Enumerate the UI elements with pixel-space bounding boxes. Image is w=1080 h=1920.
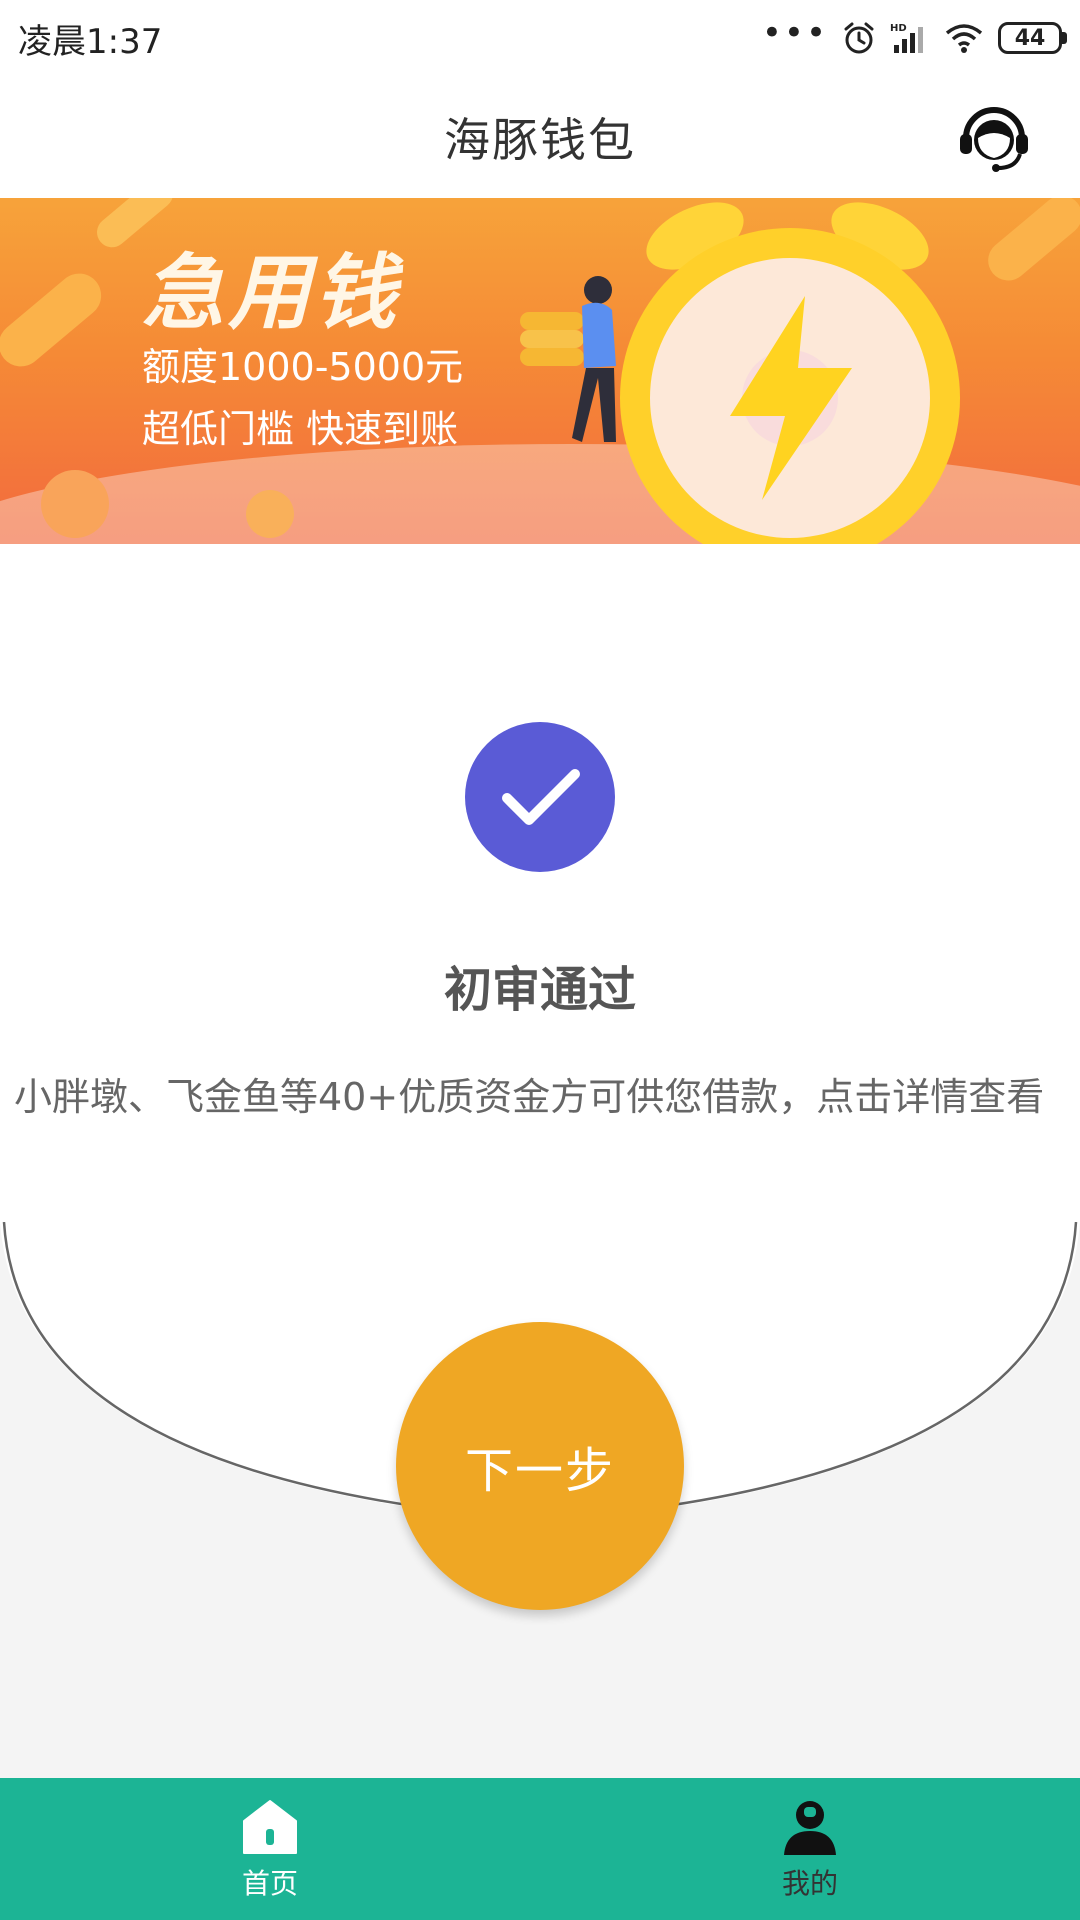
more-dots-icon: ••• <box>761 13 828 53</box>
success-check-badge <box>465 722 615 872</box>
battery-icon: 44 <box>998 22 1067 54</box>
alarm-icon <box>844 22 874 54</box>
alarm-clock-illustration <box>520 202 960 544</box>
result-title: 初审通过 <box>443 962 636 1018</box>
nav-item-mine[interactable]: 我的 <box>540 1778 1080 1920</box>
user-icon <box>784 1801 836 1855</box>
result-description[interactable]: 小胖墩、飞金鱼等40+优质资金方可供您借款，点击详情查看 <box>14 1072 1054 1122</box>
status-icons: ••• HD 44 <box>762 16 1067 55</box>
home-icon <box>243 1800 297 1854</box>
nav-label-mine: 我的 <box>781 1867 838 1900</box>
svg-text:HD: HD <box>890 23 907 34</box>
bottom-nav: 首页 我的 <box>0 1778 1080 1920</box>
headset-icon <box>960 107 1028 172</box>
banner-feature-text: 超低门槛 快速到账 <box>142 407 459 451</box>
status-bar: 凌晨1:37 ••• HD 44 <box>0 0 1080 76</box>
promo-banner[interactable]: 急用钱 额度1000-5000元 超低门槛 快速到账 <box>0 198 1080 544</box>
nav-item-home[interactable]: 首页 <box>0 1778 540 1920</box>
nav-mine-icon-wrap <box>779 1796 841 1858</box>
wifi-icon <box>945 24 983 53</box>
banner-title: 急用钱 <box>142 246 400 341</box>
page-title: 海豚钱包 <box>444 113 636 167</box>
next-step-button[interactable]: 下一步 <box>396 1322 684 1610</box>
nav-label-home: 首页 <box>241 1867 298 1900</box>
app-header: 海豚钱包 <box>0 76 1080 198</box>
check-icon <box>502 769 580 825</box>
customer-support-button[interactable] <box>954 98 1034 178</box>
status-time: 凌晨1:37 <box>18 21 163 62</box>
nav-home-icon-wrap <box>239 1796 301 1858</box>
signal-icon: HD <box>890 23 923 53</box>
banner-amount-text: 额度1000-5000元 <box>142 345 464 389</box>
